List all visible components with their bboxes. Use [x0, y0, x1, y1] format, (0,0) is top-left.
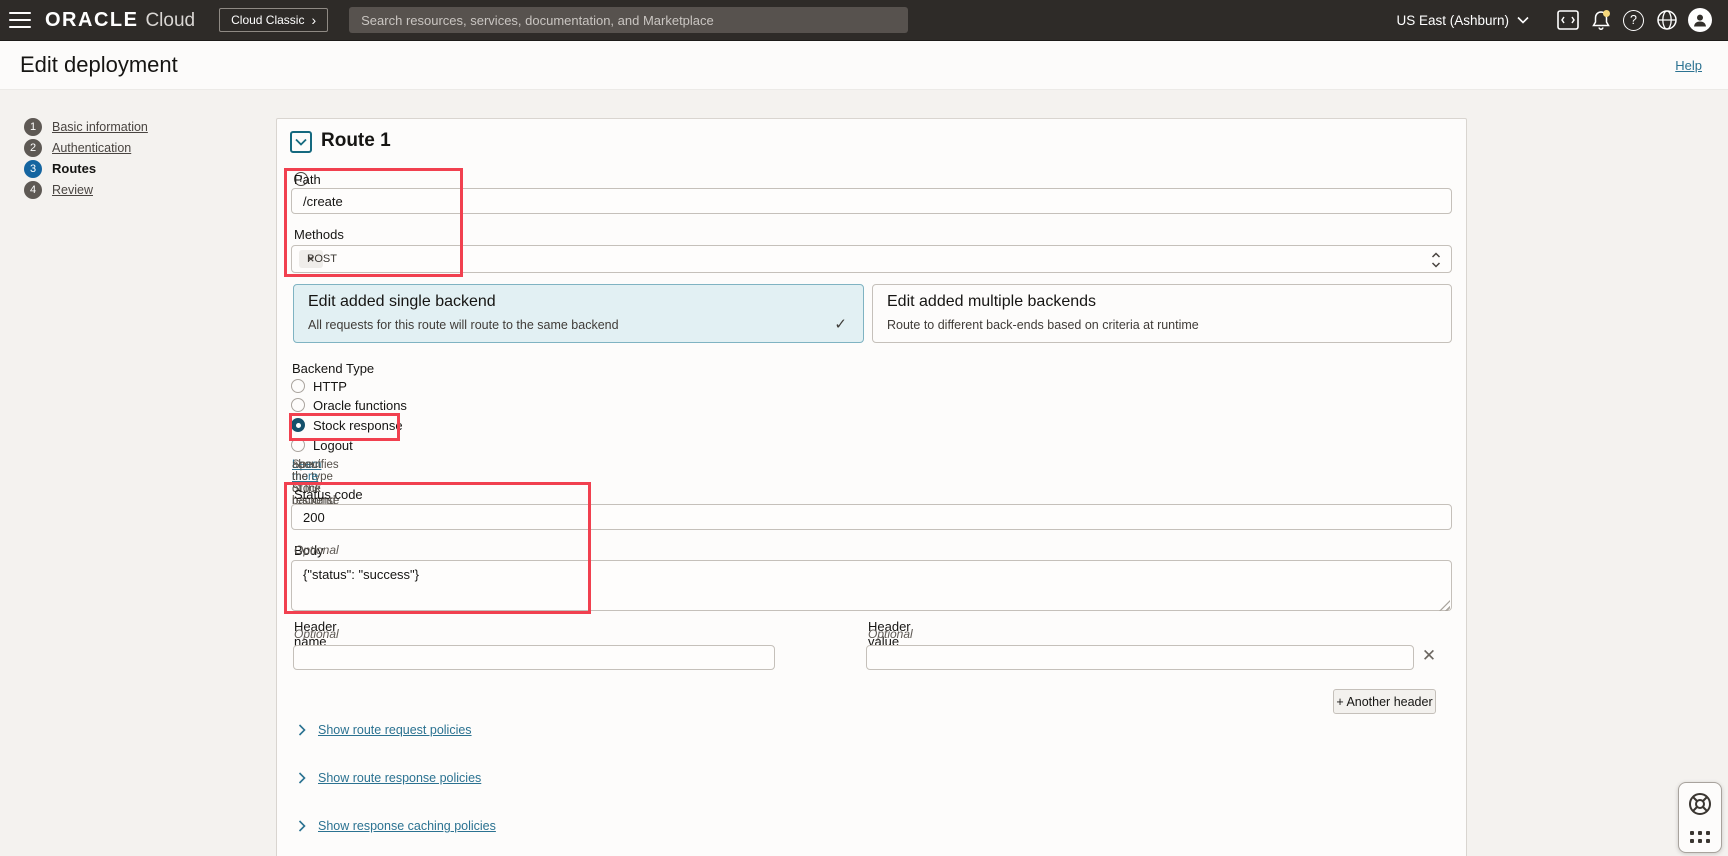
cloud-shell-icon[interactable] [1551, 4, 1584, 37]
show-route-response-policies[interactable]: Show route response policies [298, 770, 481, 786]
brand-oracle: ORACLE [45, 9, 138, 32]
radio-label: Stock response [313, 418, 403, 433]
method-chip-label: POST [307, 253, 337, 265]
step-label[interactable]: Review [52, 183, 93, 197]
status-code-input[interactable] [291, 504, 1452, 530]
selected-check-icon: ✓ [834, 315, 847, 333]
menu-icon[interactable] [9, 12, 31, 28]
chevron-right-icon [298, 772, 306, 784]
step-review[interactable]: 4 Review [24, 179, 148, 200]
step-basic-information[interactable]: 1 Basic information [24, 116, 148, 137]
content-area: 1 Basic information 2 Authentication 3 R… [0, 90, 1728, 856]
cloud-classic-button[interactable]: Cloud Classic › [219, 8, 328, 32]
radio-oracle-functions[interactable]: Oracle functions [291, 397, 407, 413]
topbar: ORACLE Cloud Cloud Classic › US East (As… [0, 0, 1728, 41]
radio-label: HTTP [313, 379, 347, 394]
path-label-text: Path [294, 172, 321, 187]
cloud-classic-label: Cloud Classic [231, 13, 304, 27]
wizard-stepper: 1 Basic information 2 Authentication 3 R… [24, 116, 148, 200]
backend-type-label: Backend Type [292, 360, 374, 376]
radio-http[interactable]: HTTP [291, 378, 347, 394]
chevron-right-icon [298, 724, 306, 736]
help-link[interactable]: Help [1675, 58, 1702, 73]
step-label[interactable]: Authentication [52, 141, 131, 155]
page-header: Edit deployment Help [0, 41, 1728, 90]
step-number: 4 [24, 181, 42, 199]
radio-stock-response-selected[interactable]: Stock response [291, 417, 403, 433]
global-search [349, 7, 908, 33]
header-name-input[interactable] [293, 645, 775, 670]
route-title: Route 1 [321, 130, 391, 152]
step-number: 3 [24, 160, 42, 178]
methods-label: Methods [294, 226, 344, 242]
add-another-header-button[interactable]: + Another header [1333, 689, 1436, 714]
app-grid-icon [1690, 831, 1710, 843]
notification-badge [1603, 10, 1610, 17]
chevron-right-icon: › [311, 13, 316, 27]
header-value-input[interactable] [866, 645, 1414, 670]
body-textarea[interactable]: {"status": "success"} [291, 560, 1452, 611]
radio-circle[interactable] [291, 398, 305, 412]
method-chip-post: POST ✕ [299, 250, 323, 268]
route-collapse-toggle[interactable] [290, 131, 312, 153]
region-label: US East (Ashburn) [1396, 13, 1509, 28]
lifebuoy-icon [1687, 791, 1713, 817]
radio-logout[interactable]: Logout [291, 437, 353, 453]
optional-tag: Optional [294, 543, 339, 557]
single-backend-card[interactable]: Edit added single backend All requests f… [293, 284, 864, 343]
radio-circle[interactable] [291, 379, 305, 393]
step-label: Routes [52, 161, 96, 176]
select-spinner-icon [1431, 252, 1441, 268]
step-routes-active: 3 Routes [24, 158, 148, 179]
radio-circle[interactable] [291, 418, 305, 432]
page-title: Edit deployment [20, 52, 178, 78]
remove-header-icon[interactable]: ✕ [1416, 643, 1442, 669]
multiple-backends-card[interactable]: Edit added multiple backends Route to di… [872, 284, 1452, 343]
show-route-request-policies[interactable]: Show route request policies [298, 722, 472, 738]
chevron-down-icon [295, 138, 307, 146]
help-icon[interactable]: ? [1617, 4, 1650, 37]
radio-label: Oracle functions [313, 398, 407, 413]
route-panel: Route 1 Path i Methods POST ✕ Edit added… [276, 118, 1467, 856]
card-title: Edit added multiple backends [887, 293, 1437, 311]
card-title: Edit added single backend [308, 293, 849, 311]
card-subtitle: All requests for this route will route t… [308, 318, 849, 332]
step-number: 2 [24, 139, 42, 157]
policy-link-label[interactable]: Show response caching policies [318, 819, 496, 833]
show-response-caching-policies[interactable]: Show response caching policies [298, 818, 496, 834]
path-label: Path i [294, 171, 308, 187]
status-code-label: Status code [294, 486, 363, 502]
methods-select[interactable]: POST ✕ [291, 245, 1452, 273]
question-glyph: ? [1623, 10, 1644, 31]
path-input[interactable] [291, 188, 1452, 214]
radio-label: Logout [313, 438, 353, 453]
language-globe-icon[interactable] [1650, 4, 1683, 37]
policy-link-label[interactable]: Show route response policies [318, 771, 481, 785]
user-avatar[interactable] [1683, 4, 1716, 37]
step-label[interactable]: Basic information [52, 120, 148, 134]
notifications-icon[interactable] [1584, 4, 1617, 37]
search-input[interactable] [349, 13, 908, 28]
optional-tag: Optional [868, 627, 913, 641]
step-authentication[interactable]: 2 Authentication [24, 137, 148, 158]
chevron-right-icon [298, 820, 306, 832]
floating-help-widget[interactable] [1678, 782, 1722, 853]
oracle-cloud-logo[interactable]: ORACLE Cloud [45, 9, 195, 32]
radio-circle[interactable] [291, 438, 305, 452]
policy-link-label[interactable]: Show route request policies [318, 723, 472, 737]
step-number: 1 [24, 118, 42, 136]
topbar-right: US East (Ashburn) ? [1396, 4, 1716, 37]
optional-tag: Optional [294, 627, 339, 641]
brand-cloud: Cloud [145, 10, 195, 32]
card-subtitle: Route to different back-ends based on cr… [887, 318, 1437, 332]
region-selector[interactable]: US East (Ashburn) [1396, 13, 1529, 28]
chevron-down-icon [1517, 16, 1529, 24]
